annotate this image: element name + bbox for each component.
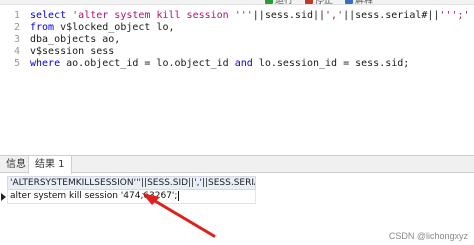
stop-icon — [305, 0, 313, 4]
watermark: CSDN @lichongxyz — [388, 231, 468, 241]
code-line[interactable]: dba_objects ao, — [30, 34, 120, 46]
tab-result-1[interactable]: 结果 1 — [28, 156, 72, 174]
sql-token: ||sess.serial#|| — [343, 10, 440, 21]
line-number: 2 — [13, 22, 20, 33]
column-header[interactable]: 'ALTERSYSTEMKILLSESSION'''||SESS.SID||',… — [7, 176, 256, 190]
sql-token: v$session sess — [30, 46, 115, 57]
sql-editor[interactable]: 1 2 3 4 5 select 'alter system kill sess… — [0, 5, 474, 155]
line-number: 5 — [13, 58, 20, 69]
sql-string-literal: 'alter system kill session ''' — [72, 10, 253, 21]
sql-keyword: and — [234, 58, 259, 69]
current-row-pointer-icon — [1, 193, 6, 201]
line-number-gutter: 1 2 3 4 5 — [0, 5, 24, 155]
results-tab-bar: 信息 结果 1 — [0, 156, 474, 174]
sql-token: ||sess.sid|| — [252, 10, 326, 21]
sql-token: v$locked_object lo, — [60, 22, 175, 33]
sql-token: ao.object_id = lo.object_id — [66, 58, 235, 69]
explain-icon — [345, 0, 353, 4]
code-line[interactable]: where ao.object_id = lo.object_id and lo… — [30, 58, 409, 70]
code-line[interactable]: v$session sess — [30, 46, 114, 58]
sql-token: lo.session_id = sess.sid; — [258, 58, 410, 69]
table-cell[interactable]: alter system kill session '474,63267'; — [10, 191, 177, 201]
table-row[interactable]: alter system kill session '474,63267'; — [7, 190, 256, 204]
line-number: 1 — [13, 10, 20, 21]
code-line[interactable]: select 'alter system kill session '''||s… — [30, 10, 470, 22]
line-number: 4 — [13, 46, 20, 57]
run-icon — [265, 0, 273, 4]
sql-keyword: select — [30, 10, 73, 21]
text-cursor — [178, 190, 180, 201]
sql-string-literal: ''';' — [439, 10, 470, 21]
code-line[interactable]: from v$locked_object lo, — [30, 22, 175, 34]
sql-keyword: from — [30, 22, 61, 33]
line-number: 3 — [13, 34, 20, 45]
sql-token: dba_objects ao, — [30, 34, 121, 45]
sql-keyword: where — [30, 58, 67, 69]
sql-string-literal: ',' — [325, 10, 344, 21]
